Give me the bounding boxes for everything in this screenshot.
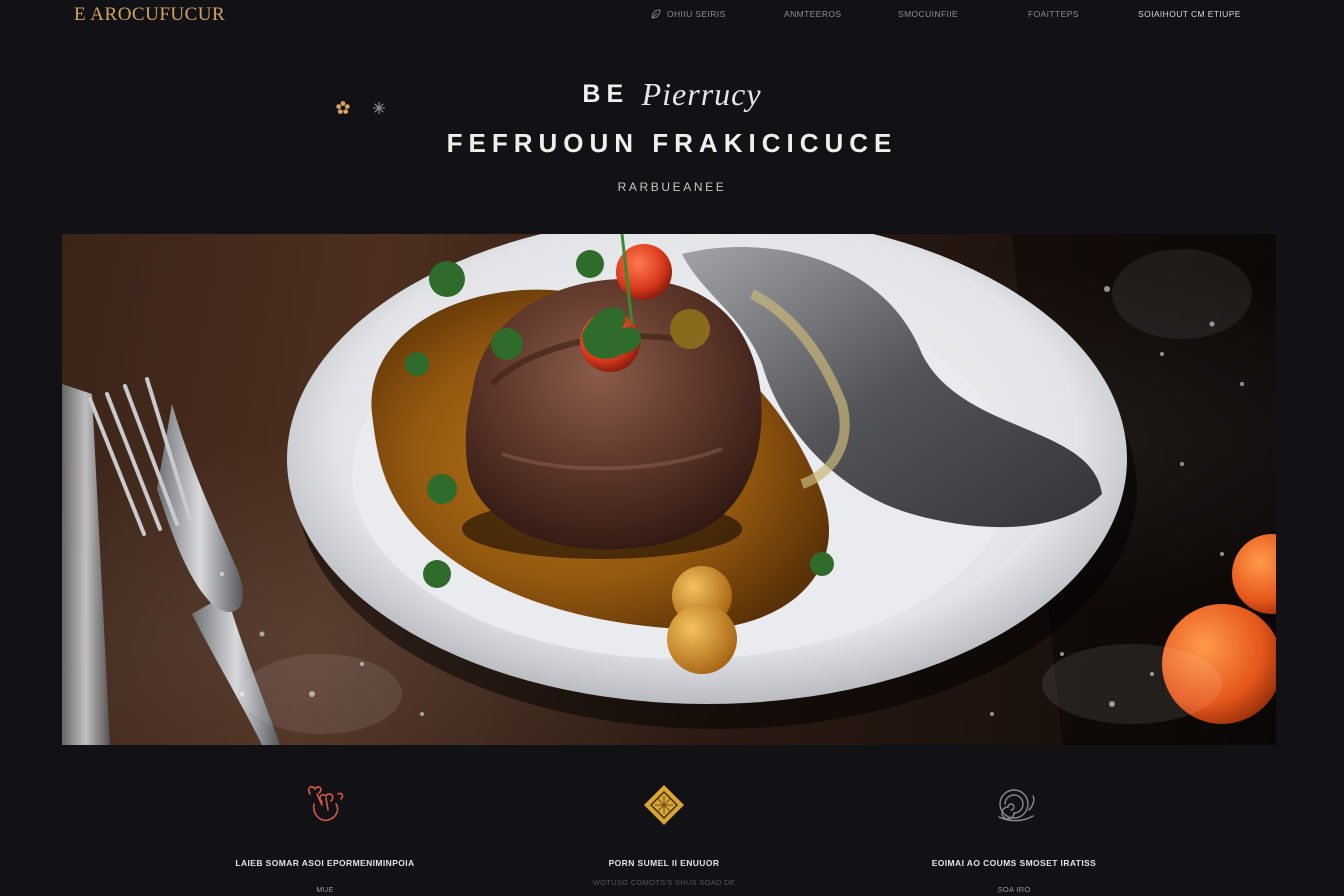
hero-eyebrow: BE Pierrucy xyxy=(0,76,1344,113)
herb-icon xyxy=(307,786,344,822)
page: E AROCUFUCUR OHIIU SEIRIS ANMTEEROS SMOC… xyxy=(0,0,1344,896)
feature-description: WOTUSG COMOTS'S SHUS SOAD DE xyxy=(592,878,736,887)
feature-title: LAIEB SOMAR ASOI EPORMENIMINPOIA xyxy=(235,858,415,868)
nav-link-label: FOAITTEPS xyxy=(1028,9,1079,19)
hero-prefix: BE xyxy=(582,80,630,108)
nav-link-1[interactable]: OHIIU SEIRIS xyxy=(651,9,726,19)
hero-script-word: Pierrucy xyxy=(641,76,762,112)
diamond-icon xyxy=(644,785,684,825)
feature-subtitle: MUE xyxy=(316,885,334,894)
nav-link-label: OHIIU SEIRIS xyxy=(667,9,726,19)
leaf-icon xyxy=(651,9,661,19)
nav-link-2[interactable]: ANMTEEROS xyxy=(784,9,841,19)
nav-link-label: ANMTEEROS xyxy=(784,9,842,19)
nav-link-label: SOIAIHOUT CM ETIUPE xyxy=(1138,9,1241,19)
feature-title: EOIMAI AO COUMS SMOSET IRATISS xyxy=(931,858,1097,868)
nav-links: OHIIU SEIRIS ANMTEEROS SMOCUINFIIE FOAIT… xyxy=(0,9,1344,25)
nav-link-label: SMOCUINFIIE xyxy=(898,9,959,19)
feature-subtitle: SOA IRO xyxy=(997,885,1031,894)
hero-food-image xyxy=(62,234,1276,745)
nav-link-3[interactable]: SMOCUINFIIE xyxy=(898,9,958,19)
feature-card-2: PORN SUMEL II ENUUOR WOTUSG COMOTS'S SHU… xyxy=(494,780,834,887)
hero-title: FEFRUOUN FRAKICICUCE xyxy=(446,128,898,158)
nav-link-cta[interactable]: SOIAIHOUT CM ETIUPE xyxy=(1138,9,1241,19)
features-section: LAIEB SOMAR ASOI EPORMENIMINPOIA MUE POR… xyxy=(0,780,1344,896)
snail-icon xyxy=(998,789,1035,822)
feature-card-3: EOIMAI AO COUMS SMOSET IRATISS SOA IRO xyxy=(844,780,1184,894)
top-navigation: E AROCUFUCUR OHIIU SEIRIS ANMTEEROS SMOC… xyxy=(0,0,1344,34)
steak-plate-illustration xyxy=(62,234,1276,745)
nav-link-4[interactable]: FOAITTEPS xyxy=(1028,9,1079,19)
feature-card-1: LAIEB SOMAR ASOI EPORMENIMINPOIA MUE xyxy=(155,780,495,894)
hero-subtitle: RARBUEANEE xyxy=(617,180,727,194)
feature-title: PORN SUMEL II ENUUOR xyxy=(608,858,720,868)
